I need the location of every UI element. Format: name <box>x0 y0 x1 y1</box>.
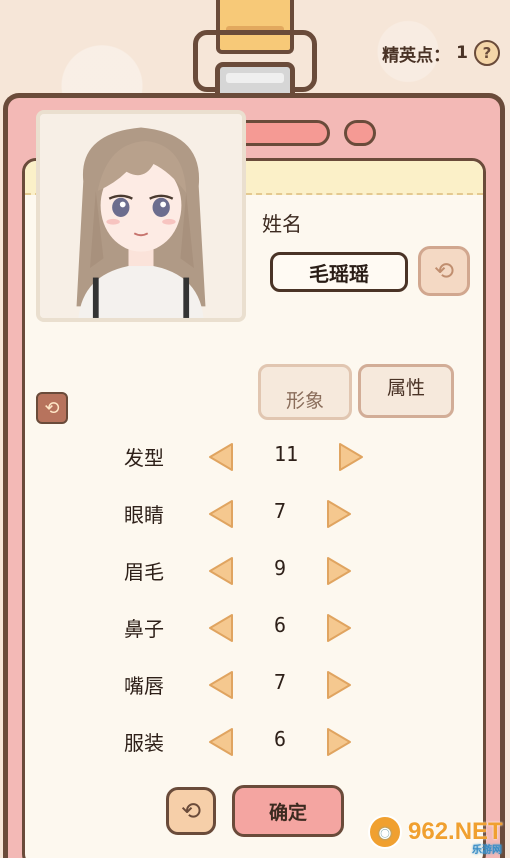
arrow-right-icon <box>339 443 363 471</box>
feature-row-nose: 鼻子 6 <box>0 607 510 651</box>
feature-row-eyebrows: 眉毛 9 <box>0 550 510 594</box>
feature-value: 6 <box>273 727 287 751</box>
prev-button[interactable] <box>204 725 238 759</box>
random-name-button[interactable]: ⟲ <box>418 246 470 296</box>
prev-button[interactable] <box>204 668 238 702</box>
prev-button[interactable] <box>204 611 238 645</box>
prev-button[interactable] <box>204 497 238 531</box>
arrow-right-icon <box>327 557 351 585</box>
next-button[interactable] <box>322 497 356 531</box>
character-portrait <box>36 110 246 322</box>
feature-label: 眉毛 <box>124 560 164 584</box>
prev-button[interactable] <box>204 554 238 588</box>
watermark-logo-icon: ◉ <box>368 815 402 849</box>
prev-button[interactable] <box>204 440 238 474</box>
arrow-left-icon <box>209 728 233 756</box>
feature-value: 6 <box>273 613 287 637</box>
randomize-all-button[interactable]: ⟲ <box>166 787 216 835</box>
next-button[interactable] <box>322 725 356 759</box>
feature-label: 服装 <box>124 731 164 755</box>
site-watermark: ◉ 962.NET 乐游网 <box>368 814 506 856</box>
elite-points-value: 1 <box>456 43 468 63</box>
feature-row-eyes: 眼睛 7 <box>0 493 510 537</box>
elite-points-label: 精英点： <box>382 45 451 66</box>
next-button[interactable] <box>322 668 356 702</box>
feature-value: 7 <box>273 499 287 523</box>
feature-label: 嘴唇 <box>124 674 164 698</box>
feature-label: 鼻子 <box>124 617 164 641</box>
feature-row-outfit: 服装 6 <box>0 721 510 765</box>
arrow-left-icon <box>209 671 233 699</box>
feature-row-hairstyle: 发型 11 <box>0 436 510 480</box>
confirm-button[interactable]: 确定 <box>232 785 344 837</box>
tab-attributes[interactable]: 属性 <box>358 364 454 418</box>
refresh-icon: ⟲ <box>44 397 60 419</box>
arrow-left-icon <box>209 500 233 528</box>
portrait-rotate-button[interactable]: ⟲ <box>36 392 68 424</box>
tab-appearance[interactable]: 形象 <box>258 364 352 420</box>
feature-row-lips: 嘴唇 7 <box>0 664 510 708</box>
name-label: 姓名 <box>262 212 302 236</box>
feature-label: 发型 <box>124 446 164 470</box>
arrow-right-icon <box>327 728 351 756</box>
feature-value: 11 <box>273 442 299 466</box>
refresh-icon: ⟲ <box>180 797 202 825</box>
arrow-right-icon <box>327 500 351 528</box>
arrow-right-icon <box>327 671 351 699</box>
card-hole-right <box>344 120 376 146</box>
name-field[interactable]: 毛瑶瑶 <box>270 252 408 292</box>
arrow-left-icon <box>209 614 233 642</box>
next-button[interactable] <box>322 611 356 645</box>
watermark-sub: 乐游网 <box>472 845 502 856</box>
next-button[interactable] <box>334 440 368 474</box>
feature-value: 7 <box>273 670 287 694</box>
arrow-left-icon <box>209 557 233 585</box>
feature-value: 9 <box>273 556 287 580</box>
next-button[interactable] <box>322 554 356 588</box>
refresh-icon: ⟲ <box>433 257 455 285</box>
help-button[interactable]: ? <box>474 40 500 66</box>
arrow-left-icon <box>209 443 233 471</box>
elite-points: 精英点： 1 ? <box>382 40 500 66</box>
arrow-right-icon <box>327 614 351 642</box>
feature-label: 眼睛 <box>124 503 164 527</box>
